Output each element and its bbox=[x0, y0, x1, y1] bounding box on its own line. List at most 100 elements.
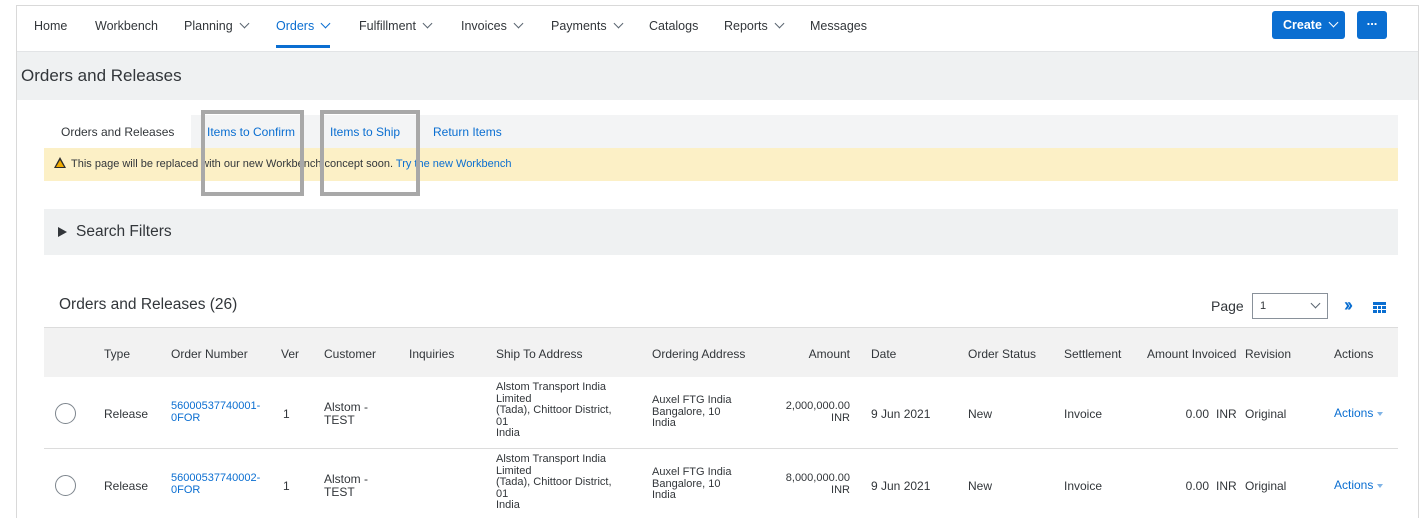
create-button-label: Create bbox=[1283, 18, 1322, 32]
customer-line-2: TEST bbox=[324, 484, 355, 499]
chevron-down-icon bbox=[320, 18, 331, 29]
search-filters-panel[interactable]: Search Filters bbox=[44, 209, 1398, 255]
row-ordering-address: Auxel FTG India Bangalore, 10 India bbox=[652, 466, 732, 502]
nav-catalogs[interactable]: Catalogs bbox=[649, 19, 698, 33]
nav-messages-label: Messages bbox=[810, 19, 867, 33]
row-amount: 8,000,000.00 INR bbox=[774, 472, 850, 496]
create-button[interactable]: Create bbox=[1272, 11, 1345, 39]
table-settings-icon[interactable] bbox=[1373, 302, 1386, 313]
row-ship-to-address: Alstom Transport India Limited (Tada), C… bbox=[496, 453, 612, 512]
nav-invoices[interactable]: Invoices bbox=[461, 18, 524, 33]
tab-return-items[interactable]: Return Items bbox=[433, 125, 502, 139]
col-amount-invoiced[interactable]: Amount Invoiced bbox=[1147, 347, 1236, 361]
next-page-icon[interactable]: ›› bbox=[1344, 295, 1353, 316]
page-select-value: 1 bbox=[1260, 300, 1267, 312]
order-number-line-2: 0FOR bbox=[171, 411, 201, 424]
row-revision: Original bbox=[1245, 407, 1287, 421]
chevron-down-icon bbox=[422, 18, 433, 29]
nav-catalogs-label: Catalogs bbox=[649, 19, 699, 33]
nav-workbench[interactable]: Workbench bbox=[95, 19, 158, 33]
row-revision: Original bbox=[1245, 479, 1287, 493]
page-header: Orders and Releases bbox=[17, 51, 1418, 100]
warning-icon bbox=[54, 157, 66, 168]
row-order-status: New bbox=[968, 407, 993, 421]
row-select-radio[interactable] bbox=[55, 475, 76, 496]
order-number-line-2: 0FOR bbox=[171, 483, 201, 496]
page-select[interactable]: 1 bbox=[1252, 293, 1328, 319]
amount-currency: INR bbox=[831, 483, 850, 496]
nav-fulfillment-label: Fulfillment bbox=[359, 19, 416, 33]
col-ver[interactable]: Ver bbox=[281, 347, 299, 361]
customer-line-1: Alstom - bbox=[324, 400, 369, 414]
actions-label: Actions bbox=[1334, 478, 1374, 492]
order-number-line-1: 56000537740001- bbox=[171, 400, 261, 412]
nav-workbench-label: Workbench bbox=[95, 19, 158, 33]
active-nav-indicator bbox=[276, 45, 330, 48]
chevron-down-icon bbox=[1328, 17, 1339, 28]
order-number-link[interactable]: 56000537740001- 0FOR bbox=[171, 400, 261, 424]
tab-orders-and-releases[interactable]: Orders and Releases bbox=[44, 115, 192, 148]
table-header-row: Type Order Number Ver Customer Inquiries… bbox=[44, 327, 1398, 377]
row-actions-menu[interactable]: Actions bbox=[1334, 478, 1384, 492]
nav-payments-label: Payments bbox=[551, 19, 607, 33]
top-navigation: Home Workbench Planning Orders Fulfillme… bbox=[17, 6, 1418, 51]
customer-line-1: Alstom - bbox=[324, 472, 369, 486]
nav-planning-label: Planning bbox=[184, 19, 233, 33]
ship-to-line: India bbox=[496, 499, 520, 512]
table-row: Release 56000537740002- 0FOR 1 Alstom - TE… bbox=[44, 449, 1398, 518]
row-amount: 2,000,000.00 INR bbox=[774, 400, 850, 424]
nav-fulfillment[interactable]: Fulfillment bbox=[359, 18, 433, 33]
row-amount-invoiced: 0.00 bbox=[1185, 479, 1209, 493]
col-amount[interactable]: Amount bbox=[774, 347, 850, 361]
col-actions[interactable]: Actions bbox=[1334, 347, 1373, 361]
more-button-label: ... bbox=[1366, 13, 1378, 28]
ordering-line: India bbox=[652, 417, 676, 430]
row-actions-menu[interactable]: Actions bbox=[1334, 407, 1384, 420]
nav-messages[interactable]: Messages bbox=[810, 19, 867, 33]
caret-down-icon bbox=[1377, 484, 1384, 488]
ship-to-line: Alstom Transport India bbox=[496, 381, 607, 393]
col-date[interactable]: Date bbox=[871, 347, 896, 361]
ordering-line: Auxel FTG India bbox=[652, 466, 732, 478]
ship-to-line: Alstom Transport India bbox=[496, 453, 607, 465]
col-customer[interactable]: Customer bbox=[324, 347, 376, 361]
row-date: 9 Jun 2021 bbox=[871, 407, 931, 421]
nav-orders[interactable]: Orders bbox=[276, 18, 331, 33]
col-settlement[interactable]: Settlement bbox=[1064, 347, 1121, 361]
customer-line-2: TEST bbox=[324, 412, 355, 427]
row-ver: 1 bbox=[283, 407, 290, 421]
highlight-box-items-to-ship bbox=[320, 110, 420, 196]
nav-payments[interactable]: Payments bbox=[551, 18, 624, 33]
col-order-status[interactable]: Order Status bbox=[968, 347, 1036, 361]
order-number-line-1: 56000537740002- bbox=[171, 472, 261, 484]
highlight-box-items-to-confirm bbox=[201, 110, 304, 196]
row-date: 9 Jun 2021 bbox=[871, 479, 931, 493]
row-order-status: New bbox=[968, 479, 993, 493]
col-inquiries[interactable]: Inquiries bbox=[409, 347, 454, 361]
page-label: Page bbox=[1211, 298, 1244, 314]
ordering-line: Auxel FTG India bbox=[652, 394, 732, 406]
row-settlement: Invoice bbox=[1064, 479, 1103, 493]
app-frame: Home Workbench Planning Orders Fulfillme… bbox=[16, 5, 1419, 518]
row-ship-to-address: Alstom Transport India Limited (Tada), C… bbox=[496, 381, 612, 440]
col-ordering-address[interactable]: Ordering Address bbox=[652, 347, 745, 361]
row-select-radio[interactable] bbox=[55, 403, 76, 424]
nav-reports[interactable]: Reports bbox=[724, 18, 785, 33]
search-filters-label: Search Filters bbox=[76, 223, 172, 240]
nav-home[interactable]: Home bbox=[34, 19, 67, 33]
nav-invoices-label: Invoices bbox=[461, 19, 507, 33]
row-settlement: Invoice bbox=[1064, 407, 1103, 421]
row-amount-invoiced-currency: INR bbox=[1216, 479, 1237, 493]
chevron-down-icon bbox=[1310, 298, 1321, 309]
ship-to-line: India bbox=[496, 427, 520, 440]
caret-down-icon bbox=[1377, 412, 1384, 416]
col-revision[interactable]: Revision bbox=[1245, 347, 1291, 361]
col-ship-to-address[interactable]: Ship To Address bbox=[496, 347, 583, 361]
amount-value: 8,000,000.00 bbox=[785, 472, 850, 484]
nav-planning[interactable]: Planning bbox=[184, 18, 250, 33]
nav-home-label: Home bbox=[34, 19, 68, 33]
more-button[interactable]: ... bbox=[1357, 11, 1387, 39]
col-order-number[interactable]: Order Number bbox=[171, 347, 248, 361]
col-type[interactable]: Type bbox=[104, 347, 130, 361]
order-number-link[interactable]: 56000537740002- 0FOR bbox=[171, 472, 261, 496]
